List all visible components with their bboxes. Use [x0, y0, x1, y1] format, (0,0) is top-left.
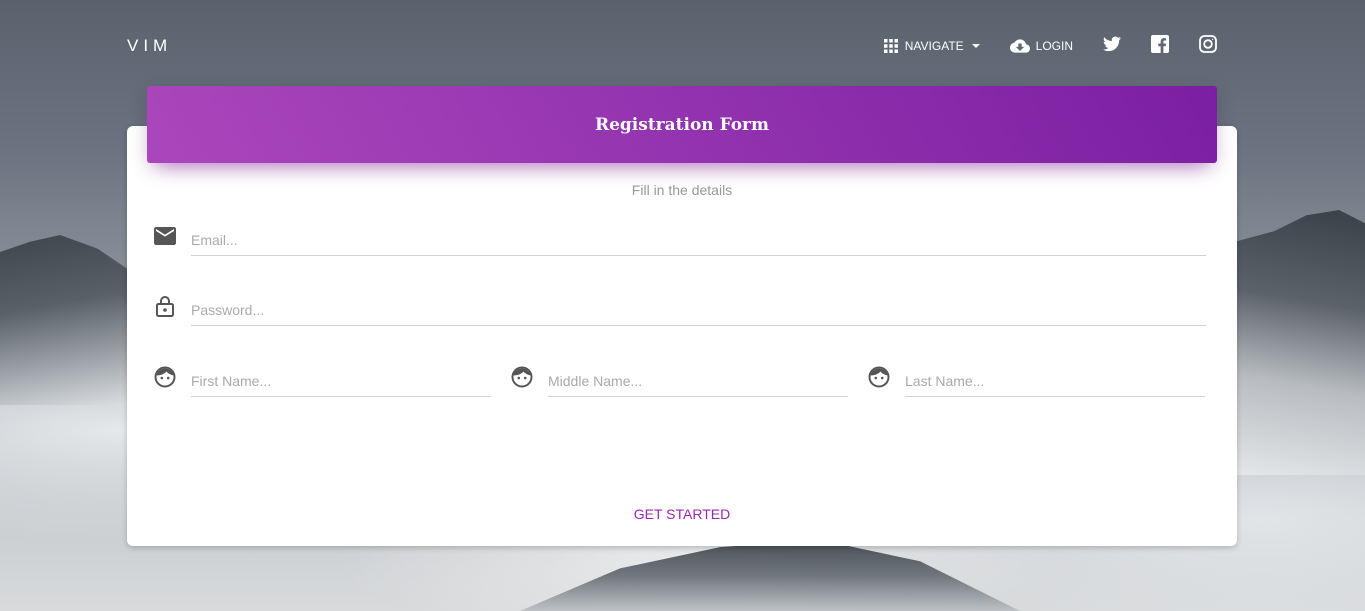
last-name-row — [867, 365, 1205, 397]
face-icon — [510, 365, 534, 389]
registration-card: Fill in the details Email... First Name.… — [127, 126, 1237, 546]
form-title: Registration Form — [594, 114, 770, 135]
get-started-button[interactable]: GET STARTED — [127, 506, 1237, 522]
cloud-download-icon — [1009, 38, 1030, 54]
instagram-icon — [1199, 34, 1217, 58]
login-link[interactable]: LOGIN — [1009, 38, 1073, 54]
apps-grid-icon — [883, 38, 899, 54]
middle-name-row — [510, 365, 848, 397]
navigate-dropdown[interactable]: NAVIGATE — [883, 38, 980, 54]
mountain-right — [1235, 210, 1365, 475]
email-icon — [153, 224, 177, 248]
caret-down-icon — [971, 44, 980, 48]
login-label: LOGIN — [1035, 39, 1073, 53]
lock-icon — [153, 294, 177, 318]
email-row — [153, 224, 1206, 256]
facebook-link[interactable] — [1151, 34, 1169, 58]
face-icon — [867, 365, 891, 389]
face-icon — [153, 365, 177, 389]
first-name-input[interactable] — [191, 365, 491, 397]
last-name-input[interactable] — [905, 365, 1205, 397]
instagram-link[interactable] — [1199, 34, 1217, 58]
navigate-label: NAVIGATE — [904, 39, 964, 53]
middle-name-input[interactable] — [548, 365, 848, 397]
navbar: VIM NAVIGATE LOGIN — [127, 30, 1217, 62]
form-subtitle: Fill in the details — [631, 182, 733, 198]
first-name-row — [153, 365, 491, 397]
password-input[interactable] — [191, 294, 1206, 326]
twitter-link[interactable] — [1103, 36, 1121, 57]
facebook-icon — [1151, 34, 1169, 58]
email-input[interactable] — [191, 224, 1206, 256]
password-row — [153, 294, 1206, 326]
nav-links: NAVIGATE LOGIN — [883, 34, 1217, 58]
twitter-icon — [1103, 36, 1121, 57]
card-header: Registration Form — [147, 86, 1217, 163]
brand-logo[interactable]: VIM — [127, 36, 172, 56]
